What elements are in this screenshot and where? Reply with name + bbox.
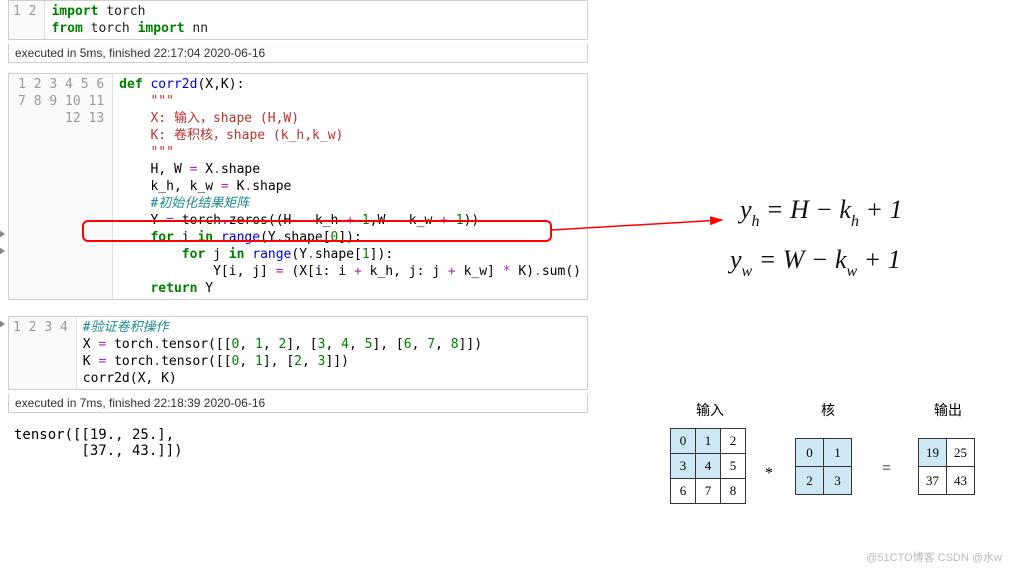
- formula-yh: yh = H − kh + 1: [740, 195, 903, 229]
- fold-marker-icon: [0, 320, 5, 328]
- code-3: #验证卷积操作 X = torch.tensor([[0, 1, 2], [3,…: [77, 317, 587, 389]
- code-1: import torch from torch import nn: [45, 1, 587, 39]
- cell-output: tensor([[19., 25.], [37., 43.]]): [8, 423, 588, 463]
- code-cell-1: 1 2 import torch from torch import nn: [8, 0, 588, 40]
- watermark: @51CTO博客 CSDN @水w: [866, 549, 1002, 565]
- code-cell-3: 1 2 3 4 #验证卷积操作 X = torch.tensor([[0, 1,…: [8, 316, 588, 390]
- exec-note-3: executed in 7ms, finished 22:18:39 2020-…: [8, 394, 588, 413]
- gutter-2: 1 2 3 4 5 6 7 8 9 10 11 12 13: [9, 74, 113, 299]
- conv-diagram: 输入 核 输出 012 345 678 * 01 23 = 1925 3743: [650, 400, 1010, 550]
- code-2: def corr2d(X,K): """ X: 输入，shape (H,W) K…: [113, 74, 587, 299]
- label-output: 输出: [923, 400, 973, 420]
- kernel-grid: 01 23: [795, 438, 852, 495]
- gutter-3: 1 2 3 4: [9, 317, 77, 389]
- eq-op: =: [882, 460, 891, 478]
- star-op: *: [765, 465, 773, 483]
- gutter-1: 1 2: [9, 1, 45, 39]
- label-input: 输入: [680, 400, 740, 420]
- exec-note-1: executed in 5ms, finished 22:17:04 2020-…: [8, 44, 588, 63]
- label-kernel: 核: [808, 400, 848, 420]
- formula-yw: yw = W − kw + 1: [730, 245, 901, 279]
- input-grid: 012 345 678: [670, 428, 746, 504]
- fold-marker-icon: [0, 247, 5, 255]
- output-grid: 1925 3743: [918, 438, 975, 495]
- fold-marker-icon: [0, 230, 5, 238]
- code-cell-2: 1 2 3 4 5 6 7 8 9 10 11 12 13 def corr2d…: [8, 73, 588, 300]
